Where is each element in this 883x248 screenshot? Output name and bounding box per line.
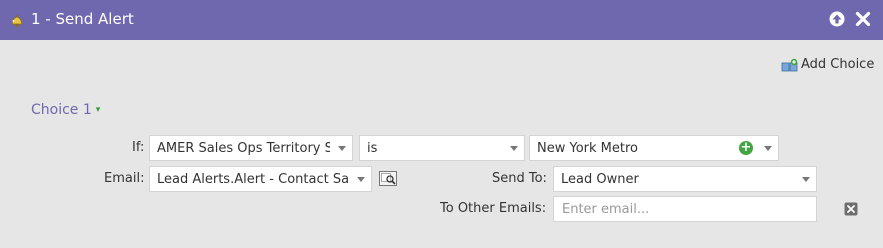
other-emails-input[interactable]: Enter email... (553, 196, 817, 222)
send-to-value: Lead Owner (561, 172, 639, 187)
chevron-down-icon (764, 146, 772, 151)
send-to-select[interactable]: Lead Owner (553, 166, 817, 192)
remove-choice-icon[interactable] (844, 202, 858, 216)
email-label: Email: (104, 171, 145, 186)
email-preview-icon[interactable] (379, 171, 397, 186)
other-emails-label: To Other Emails: (440, 201, 547, 216)
add-choice-label: Add Choice (801, 57, 875, 72)
send-to-label: Send To: (492, 171, 547, 186)
chevron-down-icon (338, 146, 346, 151)
if-operator-select[interactable]: is (359, 135, 525, 161)
email-value: Lead Alerts.Alert - Contact Sal (157, 172, 349, 187)
close-icon[interactable] (855, 11, 871, 27)
alert-bell-icon (11, 15, 23, 28)
if-operator-value: is (367, 141, 378, 156)
if-attribute-value: AMER Sales Ops Territory S (157, 141, 330, 156)
dialog-title: 1 - Send Alert (31, 10, 134, 28)
choice-title[interactable]: Choice 1 ▾ (31, 102, 100, 118)
email-select[interactable]: Lead Alerts.Alert - Contact Sal (149, 166, 372, 192)
chevron-down-icon (802, 177, 810, 182)
arrow-up-icon[interactable] (829, 11, 845, 27)
other-emails-placeholder: Enter email... (562, 202, 650, 217)
if-attribute-select[interactable]: AMER Sales Ops Territory S (149, 135, 353, 161)
if-label: If: (132, 140, 145, 155)
chevron-down-icon (510, 146, 518, 151)
choice-title-label: Choice 1 (31, 102, 92, 118)
chevron-down-icon: ▾ (95, 105, 101, 115)
add-value-icon[interactable]: + (739, 141, 753, 155)
add-choice-icon (781, 58, 798, 72)
dialog-titlebar: 1 - Send Alert (0, 0, 883, 40)
chevron-down-icon (357, 177, 365, 182)
if-value-value: New York Metro (537, 141, 638, 156)
